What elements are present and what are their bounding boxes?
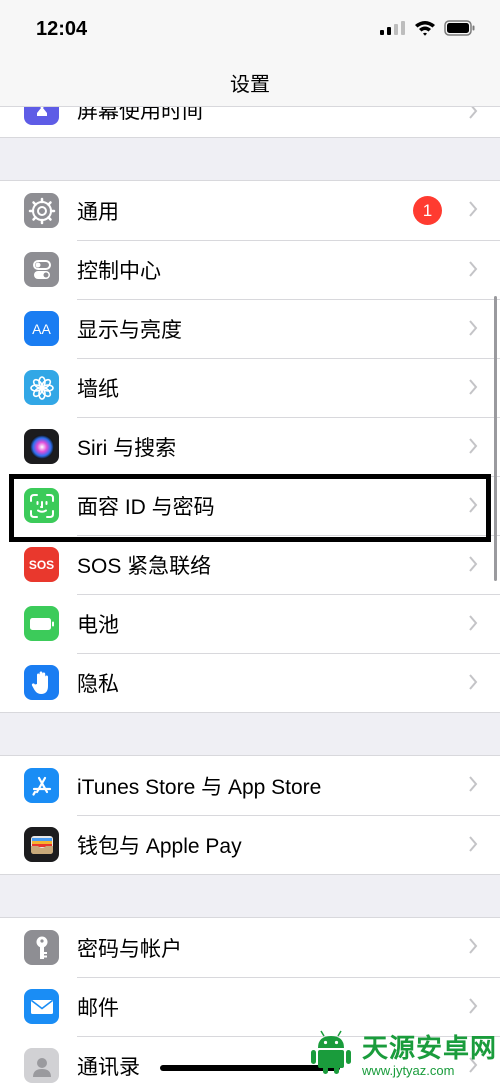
settings-row-wallpaper[interactable]: 墙纸 [0,358,500,417]
chevron-right-icon [469,107,478,119]
wifi-icon [415,21,435,36]
settings-row-label: SOS 紧急联络 [77,555,212,578]
settings-row-control-center[interactable]: 控制中心 [0,240,500,299]
settings-group-store: iTunes Store 与 App Store 钱包与 Apple Pay [0,755,500,875]
settings-group-top: 屏幕使用时间 [0,107,500,138]
settings-row-label: 通用 [77,200,119,224]
text-size-icon: AA [24,311,59,346]
settings-group-system: 通用 1 控制中心 AA 显示与亮度 墙纸 Siri 与搜索 面容 ID 与密码… [0,180,500,713]
chevron-right-icon [469,938,478,954]
gear-icon [24,193,59,228]
settings-row-label: 钱包与 Apple Pay [77,835,242,858]
chevron-right-icon [469,998,478,1014]
chevron-right-icon [469,776,478,792]
key-icon [24,930,59,965]
app-store-icon [24,768,59,803]
settings-row-label: 屏幕使用时间 [77,107,203,123]
android-logo-icon [311,1030,351,1074]
settings-row-label: iTunes Store 与 App Store [77,775,322,799]
settings-row-label: 通讯录 [77,1056,140,1079]
navigation-bar: 设置 [0,56,500,107]
battery-icon [24,606,59,641]
text-size-glyph: AA [32,320,51,337]
settings-list[interactable]: 屏幕使用时间 通用 1 控制中心 AA 显示与亮度 墙纸 Siri 与搜索 面容… [0,107,500,1083]
contacts-icon [24,1048,59,1083]
chevron-right-icon [469,438,478,454]
page-title: 设置 [230,72,270,96]
settings-row-display[interactable]: AA 显示与亮度 [0,299,500,358]
chevron-right-icon [469,379,478,395]
settings-row-general[interactable]: 通用 1 [0,181,500,240]
flower-icon [24,370,59,405]
status-time: 12:04 [36,18,88,40]
chevron-right-icon [469,320,478,336]
scroll-indicator [494,296,497,581]
settings-row-passwords[interactable]: 密码与帐户 [0,918,500,977]
battery-status-icon [444,20,475,36]
settings-row-wallet[interactable]: 钱包与 Apple Pay [0,815,500,874]
settings-row-label: 隐私 [77,673,119,696]
watermark: 天源安卓网 www.jytyaz.com [308,1028,497,1078]
chevron-right-icon [469,615,478,631]
chevron-right-icon [469,201,478,217]
settings-row-label: 电池 [77,614,119,637]
chevron-right-icon [469,674,478,690]
settings-row-label: 显示与亮度 [77,319,182,342]
settings-row-label: 邮件 [77,997,119,1020]
hand-icon [24,665,59,700]
settings-row-sos[interactable]: SOS SOS 紧急联络 [0,535,500,594]
settings-row-label: 墙纸 [77,378,119,401]
sos-glyph: SOS [28,557,55,572]
settings-row-siri[interactable]: Siri 与搜索 [0,417,500,476]
mail-icon [24,989,59,1024]
highlight-box [9,474,491,542]
settings-row-screen-time[interactable]: 屏幕使用时间 [0,107,500,137]
toggles-icon [24,252,59,287]
chevron-right-icon [469,556,478,572]
settings-row-label: 控制中心 [77,260,161,283]
hourglass-icon [24,107,59,125]
watermark-url: www.jytyaz.com [362,1063,455,1078]
settings-row-privacy[interactable]: 隐私 [0,653,500,712]
settings-row-label: Siri 与搜索 [77,437,177,460]
sos-icon: SOS [24,547,59,582]
siri-icon [24,429,59,464]
settings-row-battery[interactable]: 电池 [0,594,500,653]
settings-row-app-store[interactable]: iTunes Store 与 App Store [0,756,500,815]
chevron-right-icon [469,261,478,277]
signal-icon [380,21,405,35]
wallet-icon [24,827,59,862]
watermark-title: 天源安卓网 [362,1034,498,1064]
settings-row-label: 密码与帐户 [77,937,182,961]
status-icons [380,20,476,36]
chevron-right-icon [469,836,478,852]
status-bar: 12:04 [0,0,500,56]
notification-badge: 1 [413,196,442,225]
